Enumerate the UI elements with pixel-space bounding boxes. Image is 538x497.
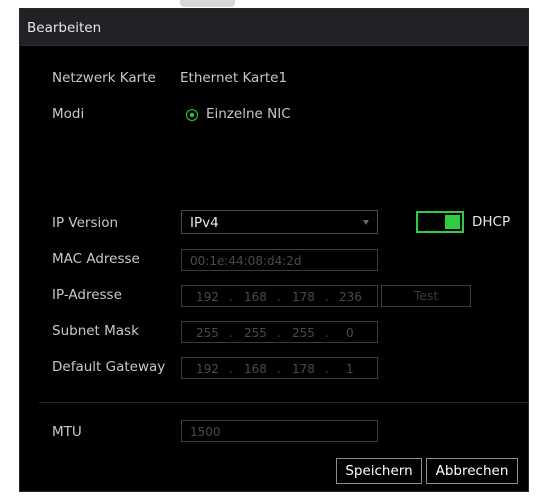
subnet-mask-field[interactable]: 255 . 255 . 255 . 0	[181, 321, 378, 343]
ip-version-label: IP Version	[52, 215, 119, 231]
subnet-mask-label: Subnet Mask	[52, 323, 139, 339]
mac-label: MAC Adresse	[52, 251, 140, 267]
subnet-separator: .	[229, 326, 233, 340]
toggle-knob	[445, 215, 460, 229]
mac-value: 00:1e:44:08:d4:2d	[190, 254, 302, 268]
ip-octet-4: 236	[339, 290, 362, 304]
network-card-value: Ethernet Karte1	[180, 70, 288, 86]
dhcp-label: DHCP	[472, 214, 511, 230]
mode-radio-single-nic[interactable]	[186, 109, 198, 121]
ip-address-label: IP-Adresse	[52, 287, 122, 303]
section-divider	[39, 402, 528, 403]
ip-version-value: IPv4	[190, 215, 219, 231]
subnet-octet-4: 0	[346, 326, 354, 340]
gateway-octet-2: 168	[244, 362, 267, 376]
mtu-field[interactable]: 1500	[181, 420, 378, 442]
subnet-octet-2: 255	[244, 326, 267, 340]
mode-option-label[interactable]: Einzelne NIC	[206, 106, 291, 122]
subnet-separator: .	[277, 326, 281, 340]
gateway-separator: .	[325, 362, 329, 376]
mac-field: 00:1e:44:08:d4:2d	[181, 249, 378, 271]
dhcp-toggle[interactable]	[416, 211, 464, 233]
ip-octet-3: 178	[292, 290, 315, 304]
gateway-octet-1: 192	[196, 362, 219, 376]
ip-separator: .	[229, 290, 233, 304]
ip-separator: .	[277, 290, 281, 304]
network-card-label: Netzwerk Karte	[52, 70, 156, 86]
gateway-octet-3: 178	[292, 362, 315, 376]
edit-dialog: Bearbeiten Netzwerk Karte Ethernet Karte…	[19, 8, 529, 492]
dialog-title: Bearbeiten	[27, 20, 102, 36]
cancel-button[interactable]: Abbrechen	[426, 458, 518, 484]
mtu-label: MTU	[52, 424, 82, 440]
test-button[interactable]: Test	[381, 285, 471, 307]
ip-address-field[interactable]: 192 . 168 . 178 . 236	[181, 285, 378, 307]
save-button[interactable]: Speichern	[336, 458, 422, 484]
gateway-separator: .	[277, 362, 281, 376]
mtu-value: 1500	[190, 425, 221, 439]
gateway-label: Default Gateway	[52, 359, 166, 375]
ip-separator: .	[325, 290, 329, 304]
mode-label: Modi	[52, 106, 85, 122]
subnet-separator: .	[325, 326, 329, 340]
ip-octet-1: 192	[196, 290, 219, 304]
chevron-down-icon	[363, 220, 369, 225]
top-tab-fragment	[180, 0, 235, 7]
ip-version-select[interactable]: IPv4	[181, 210, 378, 234]
subnet-octet-3: 255	[292, 326, 315, 340]
gateway-field[interactable]: 192 . 168 . 178 . 1	[181, 357, 378, 379]
gateway-separator: .	[229, 362, 233, 376]
subnet-octet-1: 255	[196, 326, 219, 340]
ip-octet-2: 168	[244, 290, 267, 304]
dialog-titlebar: Bearbeiten	[20, 9, 528, 46]
gateway-octet-4: 1	[346, 362, 354, 376]
